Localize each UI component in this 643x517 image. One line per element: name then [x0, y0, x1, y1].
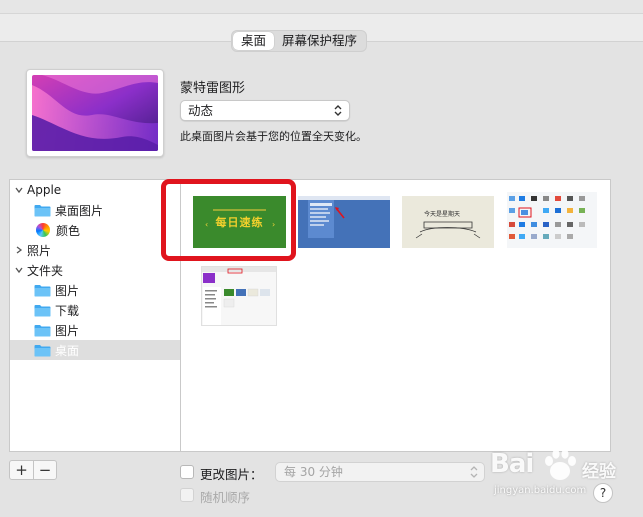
- thumbnail-content: [298, 196, 390, 238]
- thumbnail-title: 每日速练: [215, 216, 264, 229]
- thumbnail-app-grid[interactable]: [507, 192, 597, 248]
- change-picture-checkbox[interactable]: [180, 465, 194, 479]
- up-down-chevron-icon: [334, 105, 342, 116]
- tab-screensaver[interactable]: 屏幕保护程序: [274, 32, 365, 50]
- wallpaper-name: 蒙特雷图形: [180, 81, 246, 96]
- sidebar-group-folders[interactable]: 文件夹: [10, 260, 180, 280]
- sidebar-group-photos[interactable]: 照片: [10, 240, 180, 260]
- thumbnail-sketch: [415, 221, 481, 239]
- thumbnail-content: [202, 267, 276, 325]
- sidebar-item-pictures-2[interactable]: 图片: [10, 320, 180, 340]
- appearance-mode-select[interactable]: 动态: [180, 100, 350, 121]
- wallpaper-thumbnail-grid: ‹ › 每日速练 今天是星期天: [181, 179, 611, 452]
- sidebar-item-label: 颜色: [56, 223, 81, 238]
- wallpaper-preview-image: [32, 75, 158, 151]
- folder-icon: [34, 344, 51, 356]
- sidebar-item-pictures[interactable]: 图片: [10, 280, 180, 300]
- sidebar-item-colors[interactable]: 颜色: [10, 220, 180, 240]
- random-order-checkbox[interactable]: [180, 488, 194, 502]
- sidebar-group-apple[interactable]: Apple: [10, 180, 180, 200]
- sidebar-item-label: 桌面: [55, 343, 80, 358]
- thumbnail-content: [509, 196, 585, 239]
- folder-icon: [34, 284, 51, 296]
- random-order-label: 随机顺序: [200, 490, 251, 505]
- sidebar-item-desktop[interactable]: 桌面: [10, 340, 180, 360]
- thumbnail-beige[interactable]: 今天是星期天: [402, 196, 494, 248]
- change-picture-label: 更改图片：: [200, 467, 263, 482]
- sidebar-item-label: 文件夹: [27, 263, 64, 278]
- chevron-right-icon[interactable]: [14, 245, 24, 255]
- tab-segmented-control: 桌面 屏幕保护程序: [231, 30, 368, 52]
- current-wallpaper-preview: [26, 69, 164, 157]
- up-down-chevron-icon: [470, 466, 478, 478]
- sidebar-item-label: 桌面图片: [55, 203, 104, 218]
- sidebar-item-desktop-pictures[interactable]: 桌面图片: [10, 200, 180, 220]
- thumbnail-daily-practice[interactable]: ‹ › 每日速练: [193, 196, 286, 248]
- color-wheel-icon: [36, 223, 50, 237]
- change-interval-value: 每 30 分钟: [284, 465, 343, 479]
- remove-folder-button[interactable]: −: [32, 461, 56, 479]
- sidebar-item-label: Apple: [27, 183, 62, 197]
- wallpaper-description: 此桌面图片会基于您的位置全天变化。: [180, 130, 367, 143]
- sidebar-item-downloads[interactable]: 下载: [10, 300, 180, 320]
- tab-desktop[interactable]: 桌面: [233, 32, 275, 50]
- change-interval-select[interactable]: 每 30 分钟: [275, 462, 485, 482]
- sidebar-item-label: 下载: [55, 303, 80, 318]
- sidebar-item-label: 图片: [55, 283, 80, 298]
- help-button[interactable]: ?: [593, 483, 613, 503]
- folder-icon: [34, 324, 51, 336]
- folder-icon: [34, 304, 51, 316]
- thumbnail-finder-screenshot[interactable]: [201, 266, 277, 326]
- window-top-strip: [0, 0, 643, 14]
- thumbnail-blue-screenshot[interactable]: [298, 196, 390, 248]
- chevron-down-icon[interactable]: [14, 185, 24, 195]
- chevron-down-icon[interactable]: [14, 265, 24, 275]
- sidebar-item-label: 照片: [27, 243, 52, 258]
- appearance-mode-value: 动态: [188, 103, 214, 118]
- source-list: Apple 桌面图片 颜色 照片 文件夹 图片 下载 图片 桌面: [9, 179, 181, 452]
- add-remove-group: + −: [9, 460, 57, 480]
- add-folder-button[interactable]: +: [10, 461, 33, 479]
- sidebar-item-label: 图片: [55, 323, 80, 338]
- folder-icon: [34, 204, 51, 216]
